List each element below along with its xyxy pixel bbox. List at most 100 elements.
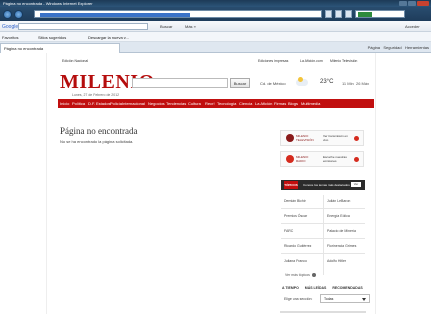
news-tabs: A TIEMPO MÁS LEÍDAS RECOMENDADAS bbox=[282, 286, 368, 290]
nav-item[interactable]: Estados bbox=[96, 101, 110, 106]
nav-item[interactable]: D.F. bbox=[88, 101, 95, 106]
topics-more-button[interactable]: Ver bbox=[351, 182, 361, 187]
url-input[interactable] bbox=[34, 10, 322, 18]
nav-item[interactable]: Tecnología bbox=[217, 101, 236, 106]
nav-item[interactable]: Policía bbox=[110, 101, 122, 106]
divider bbox=[323, 195, 324, 275]
nav-item[interactable]: Política bbox=[72, 101, 85, 106]
radio-promo[interactable]: MILENIO RADIO Escuche nuestras emisiones bbox=[280, 151, 364, 167]
weather-icon bbox=[296, 77, 308, 86]
nav-item[interactable]: Negocios bbox=[148, 101, 165, 106]
topic-link[interactable]: Demián Bichir bbox=[284, 199, 306, 203]
nav-item[interactable]: Internacional bbox=[122, 101, 145, 106]
tab-mas-leidas[interactable]: MÁS LEÍDAS bbox=[305, 286, 327, 290]
topic-link[interactable]: FARC bbox=[284, 229, 293, 233]
play-icon bbox=[354, 157, 359, 162]
topic-link[interactable]: Ricardo Gutiérrez bbox=[284, 244, 311, 248]
weather-min: 11 Min bbox=[342, 81, 354, 86]
topics-badge: TÓPICOS bbox=[284, 181, 298, 189]
nav-item[interactable]: Recr! bbox=[205, 101, 215, 106]
promo-text: Escuche nuestras emisiones bbox=[323, 155, 347, 163]
nav-item[interactable]: Tendencias bbox=[166, 101, 186, 106]
tab-title: Página no encontrada bbox=[4, 46, 44, 51]
url-text bbox=[40, 13, 190, 17]
weather-city[interactable]: Cd. de México bbox=[260, 81, 286, 86]
divider bbox=[281, 208, 365, 209]
topic-link[interactable]: Florinencia Grimes bbox=[327, 244, 356, 248]
topics-tagline: Conoce los temas más destacados bbox=[303, 183, 350, 187]
refresh-icon[interactable] bbox=[335, 10, 342, 18]
live-search-input[interactable] bbox=[355, 10, 405, 18]
promo-brand: MILENIO RADIO bbox=[296, 155, 309, 163]
topic-link[interactable]: Energía Eólica bbox=[327, 214, 350, 218]
divider bbox=[281, 253, 365, 254]
back-icon[interactable] bbox=[3, 10, 12, 19]
nav-item[interactable]: Blogs bbox=[288, 101, 298, 106]
google-search-input[interactable] bbox=[18, 23, 148, 30]
chevron-down-icon bbox=[362, 298, 366, 301]
weather-temp: 23°C bbox=[320, 79, 334, 85]
topic-link[interactable]: Premios Óscar bbox=[284, 214, 307, 218]
play-icon bbox=[354, 136, 359, 141]
page-content: Edición Nacional Ediciones impresas La A… bbox=[0, 53, 431, 314]
topic-link[interactable]: Juliana Franco bbox=[284, 259, 307, 263]
close-icon[interactable] bbox=[417, 1, 429, 6]
section-value: Todas bbox=[324, 297, 334, 301]
suggested-sites-link[interactable]: Sitios sugeridos bbox=[38, 35, 66, 40]
section-label: Elige una sección: bbox=[284, 297, 313, 301]
nav-item[interactable]: Inicio bbox=[60, 101, 69, 106]
more-topics-link[interactable]: Ver más tópicos bbox=[285, 273, 316, 278]
google-signin-link[interactable]: Acceder bbox=[405, 24, 420, 29]
nav-item[interactable]: Ciencia bbox=[239, 101, 252, 106]
top-link[interactable]: Ediciones impresas bbox=[258, 59, 288, 63]
google-toolbar: Google Buscar Más » Acceder bbox=[0, 21, 431, 32]
page-menu[interactable]: Página bbox=[368, 45, 380, 50]
site-search-button[interactable]: Buscar bbox=[230, 78, 250, 88]
google-more-button[interactable]: Más » bbox=[185, 24, 196, 29]
favorites-button[interactable]: Favoritos bbox=[2, 35, 18, 40]
tools-menu[interactable]: Herramientas bbox=[405, 45, 429, 50]
topic-link[interactable]: Adolfo Hitler bbox=[327, 259, 346, 263]
window-title: Página no encontrada - Windows Internet … bbox=[3, 1, 93, 6]
compat-view-icon[interactable] bbox=[325, 10, 332, 18]
nav-item[interactable]: La Afición bbox=[255, 101, 272, 106]
nav-item[interactable]: Cultura bbox=[188, 101, 201, 106]
window-titlebar: Página no encontrada - Windows Internet … bbox=[0, 0, 431, 7]
divider bbox=[281, 238, 365, 239]
tab-a-tiempo[interactable]: A TIEMPO bbox=[282, 286, 299, 290]
command-bar: Página Seguridad Herramientas bbox=[368, 45, 429, 50]
forward-icon[interactable] bbox=[14, 10, 23, 19]
tab-recomendadas[interactable]: RECOMENDADAS bbox=[332, 286, 362, 290]
more-topics-label: Ver más tópicos bbox=[285, 273, 310, 277]
nav-item[interactable]: Multimedia bbox=[301, 101, 320, 106]
edition-select[interactable]: Edición Nacional bbox=[62, 59, 88, 63]
maximize-icon[interactable] bbox=[408, 1, 416, 6]
site-search-input[interactable] bbox=[132, 78, 228, 88]
radio-logo-icon bbox=[286, 155, 294, 163]
stop-icon[interactable] bbox=[345, 10, 352, 18]
favorites-bar: Favoritos Sitios sugeridos Descargar la … bbox=[0, 32, 431, 42]
topic-link[interactable]: Palacio de Minería bbox=[327, 229, 356, 233]
google-search-button[interactable]: Buscar bbox=[160, 24, 172, 29]
divider bbox=[281, 223, 365, 224]
tab-bar: Página no encontrada Página Seguridad He… bbox=[0, 42, 431, 53]
main-nav: Inicio Política D.F. Estados Policía Int… bbox=[58, 99, 374, 108]
tv-promo[interactable]: MILENIO TELEVISIÓN Ver transmisión en vi… bbox=[280, 130, 364, 146]
address-tools bbox=[325, 10, 352, 18]
topic-link[interactable]: Julián LeBaron bbox=[327, 199, 350, 203]
divider bbox=[46, 53, 47, 314]
security-menu[interactable]: Seguridad bbox=[383, 45, 401, 50]
section-select[interactable]: Todas bbox=[320, 294, 370, 303]
tab-active[interactable]: Página no encontrada bbox=[0, 43, 120, 53]
top-link[interactable]: Milenio Televisión bbox=[330, 59, 357, 63]
live-search-icon bbox=[358, 12, 372, 17]
topics-header: TÓPICOS Conoce los temas más destacados … bbox=[281, 180, 365, 190]
top-link[interactable]: La Afición.com bbox=[300, 59, 323, 63]
minimize-icon[interactable] bbox=[399, 1, 407, 6]
page-subtitle: No se ha encontrado la página solicitada… bbox=[60, 139, 134, 144]
promo-text: Ver transmisión en vivo bbox=[323, 134, 348, 142]
page-title: Página no encontrada bbox=[60, 126, 138, 136]
divider bbox=[375, 53, 376, 314]
gallery-link[interactable]: Descargar la nueva v... bbox=[88, 35, 129, 40]
nav-item[interactable]: Firmas bbox=[274, 101, 286, 106]
